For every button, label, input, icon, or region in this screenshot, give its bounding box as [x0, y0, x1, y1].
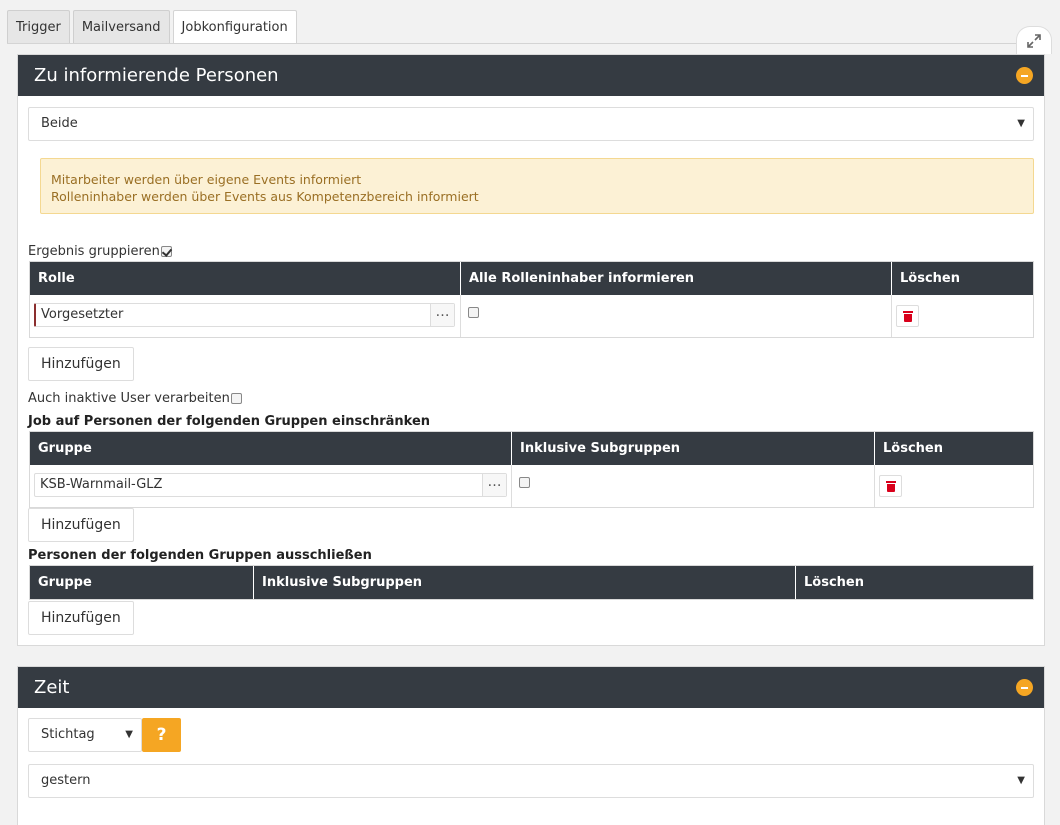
col-loeschen: Löschen [804, 575, 864, 590]
roles-table: Rolle Alle Rolleninhaber informieren Lös… [29, 261, 1034, 338]
caret-down-icon: ▼ [125, 729, 133, 740]
caret-down-icon: ▼ [1017, 775, 1025, 786]
group-value: KSB-Warnmail-GLZ [40, 477, 163, 492]
persons-panel: Zu informierende Personen Beide ▼ Mitarb… [17, 54, 1045, 646]
minus-circle-icon[interactable] [1016, 67, 1033, 84]
time-panel-title: Zeit [34, 677, 70, 698]
time-panel: Zeit Stichtag ▼ ? gestern ▼ [17, 666, 1045, 825]
help-button[interactable]: ? [142, 718, 181, 752]
col-loeschen: Löschen [900, 271, 960, 286]
restrict-table-header: Gruppe Inklusive Subgruppen Löschen [30, 432, 1033, 465]
caret-down-icon: ▼ [1017, 118, 1025, 129]
all-holders-checkbox[interactable] [468, 307, 479, 318]
group-result-label: Ergebnis gruppieren [28, 244, 160, 259]
period-select[interactable]: gestern ▼ [28, 764, 1034, 798]
info-line-1: Mitarbeiter werden über eigene Events in… [51, 172, 362, 187]
group-result-row: Ergebnis gruppieren [28, 244, 172, 259]
col-rolle: Rolle [30, 262, 461, 295]
mode-select-value: Stichtag [41, 727, 95, 742]
role-picker[interactable]: Vorgesetzter … [34, 303, 455, 327]
restrict-groups-table: Gruppe Inklusive Subgruppen Löschen KSB-… [29, 431, 1034, 508]
tab-divider [7, 43, 1050, 44]
subgroups-checkbox[interactable] [519, 477, 530, 488]
role-value: Vorgesetzter [41, 307, 124, 322]
col-gruppe: Gruppe [30, 432, 512, 465]
roles-table-header: Rolle Alle Rolleninhaber informieren Lös… [30, 262, 1033, 295]
info-line-2: Rolleninhaber werden über Events aus Kom… [51, 189, 479, 204]
inactive-checkbox[interactable] [230, 393, 242, 404]
col-alle-rolleninhaber: Alle Rolleninhaber informieren [461, 262, 892, 295]
info-alert: Mitarbeiter werden über eigene Events in… [40, 158, 1034, 214]
persons-panel-header: Zu informierende Personen [18, 55, 1044, 96]
col-inklusive-subgruppen: Inklusive Subgruppen [254, 566, 796, 599]
persons-panel-title: Zu informierende Personen [34, 65, 279, 86]
inactive-label: Auch inaktive User verarbeiten [28, 391, 230, 406]
scope-select[interactable]: Beide ▼ [28, 107, 1034, 141]
restrict-heading: Job auf Personen der folgenden Gruppen e… [28, 414, 431, 429]
expand-button[interactable] [1016, 26, 1052, 54]
scope-select-value: Beide [41, 116, 78, 131]
add-role-button[interactable]: Hinzufügen [28, 347, 134, 381]
tab-bar: Trigger Mailversand Jobkonfiguration [7, 10, 297, 44]
table-row: KSB-Warnmail-GLZ … [30, 465, 1033, 507]
period-select-value: gestern [41, 773, 91, 788]
add-restrict-group-button[interactable]: Hinzufügen [28, 508, 134, 542]
delete-group-button[interactable] [879, 475, 902, 497]
exclude-heading: Personen der folgenden Gruppen ausschlie… [28, 548, 372, 563]
col-gruppe: Gruppe [30, 566, 254, 599]
col-loeschen: Löschen [883, 441, 943, 456]
mode-select[interactable]: Stichtag ▼ [28, 718, 142, 752]
ellipsis-icon[interactable]: … [430, 304, 454, 326]
minus-circle-icon[interactable] [1016, 679, 1033, 696]
group-picker[interactable]: KSB-Warnmail-GLZ … [34, 473, 507, 497]
trash-icon [902, 310, 913, 322]
group-result-checkbox[interactable] [160, 246, 172, 257]
table-row: Vorgesetzter … [30, 295, 1033, 337]
delete-role-button[interactable] [896, 305, 919, 327]
trash-icon [885, 480, 896, 492]
exclude-groups-table: Gruppe Inklusive Subgruppen Löschen [29, 565, 1034, 600]
time-panel-header: Zeit [18, 667, 1044, 708]
exclude-table-header: Gruppe Inklusive Subgruppen Löschen [30, 566, 1033, 599]
tab-trigger[interactable]: Trigger [7, 10, 70, 43]
tab-mailversand[interactable]: Mailversand [72, 10, 170, 43]
expand-icon [1027, 33, 1041, 48]
ellipsis-icon[interactable]: … [482, 474, 506, 496]
col-inklusive-subgruppen: Inklusive Subgruppen [512, 432, 875, 465]
tab-jobkonfiguration[interactable]: Jobkonfiguration [172, 10, 297, 44]
add-exclude-group-button[interactable]: Hinzufügen [28, 601, 134, 635]
inactive-row: Auch inaktive User verarbeiten [28, 391, 242, 406]
